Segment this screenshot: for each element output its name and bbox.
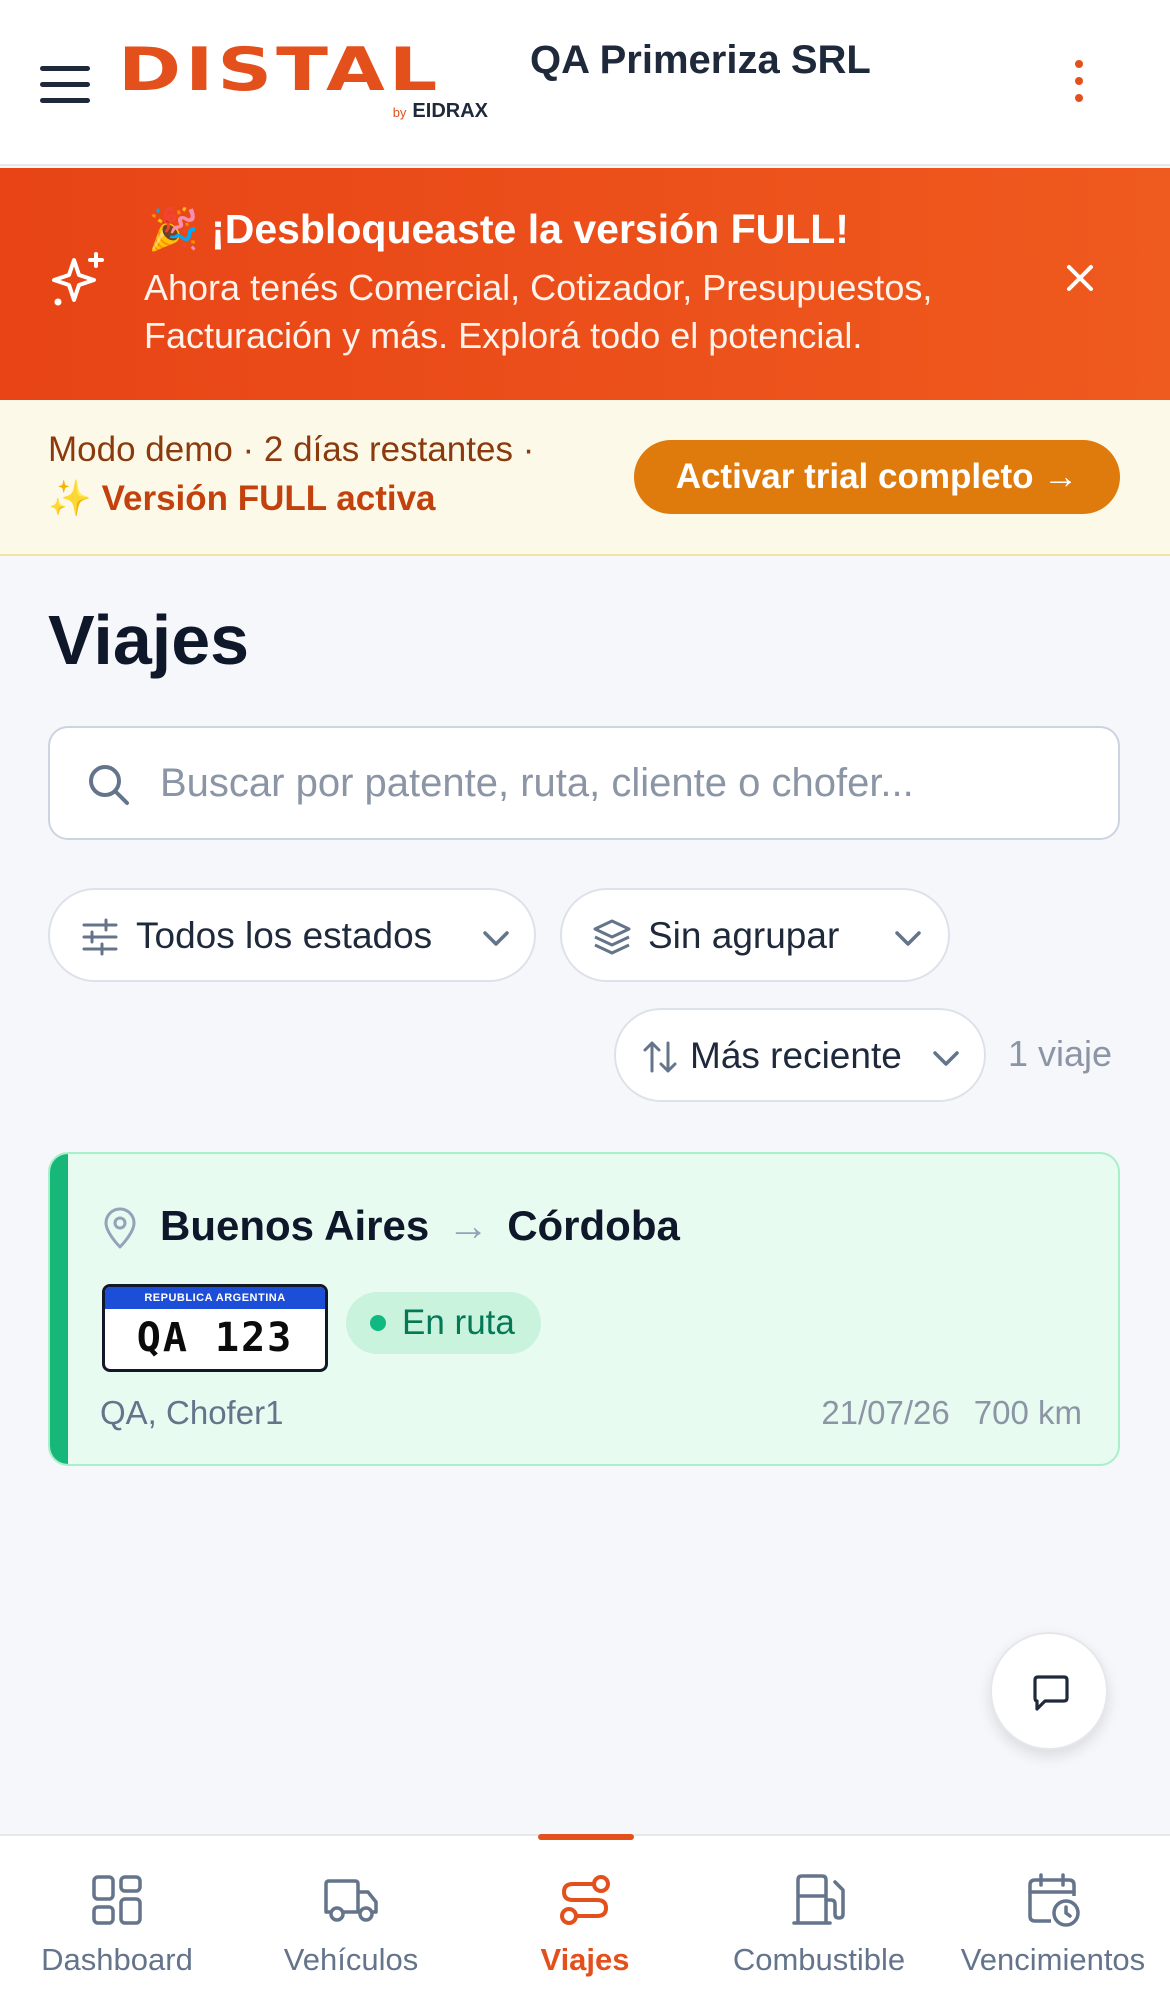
sparkle-icon: ✨ <box>48 479 92 518</box>
page-title: Viajes <box>48 601 250 679</box>
activate-trial-button[interactable]: Activar trial completo → <box>634 440 1120 514</box>
active-tab-indicator <box>538 1834 634 1840</box>
trip-origin: Buenos Aires <box>160 1202 430 1249</box>
trip-destination: Córdoba <box>507 1202 680 1249</box>
dashboard-icon <box>92 1875 142 1925</box>
layers-icon <box>593 919 631 955</box>
sparkles-icon <box>52 252 104 306</box>
bottom-navigation: Dashboard Vehículos Viajes Combustible V… <box>0 1834 1170 1992</box>
nav-label-viajes: Viajes <box>540 1942 630 1977</box>
nav-label-dashboard: Dashboard <box>41 1942 193 1977</box>
trip-driver: QA, Chofer1 <box>100 1394 284 1431</box>
chat-button[interactable] <box>990 1632 1108 1750</box>
plate-number: QA 123 AA <box>136 1315 294 1361</box>
trip-count: 1 viaje <box>1008 1033 1113 1074</box>
company-name: QA Primeriza SRL <box>530 38 871 82</box>
fuel-icon <box>792 1874 845 1925</box>
search-input[interactable] <box>160 728 1100 838</box>
sort-arrows-icon <box>643 1041 677 1073</box>
brand-wordmark: DISTAL <box>118 34 442 104</box>
trip-card[interactable]: Buenos Aires → Córdoba REPUBLICA ARGENTINA… <box>48 1152 1120 1466</box>
party-icon: 🎉 <box>148 206 200 252</box>
status-filter-dropdown[interactable]: Todos los estados <box>48 888 536 982</box>
truck-icon <box>324 1879 378 1922</box>
search-box[interactable] <box>48 726 1120 840</box>
location-pin-icon <box>104 1207 136 1249</box>
chevron-down-icon <box>895 931 921 946</box>
status-dot <box>370 1315 386 1331</box>
sort-dropdown[interactable]: Más reciente <box>614 1008 986 1102</box>
nav-item-combustible[interactable]: Combustible <box>702 1836 936 1992</box>
full-version-text: ✨ Versión FULL activa <box>48 479 436 518</box>
trip-date: 21/07/26 <box>821 1394 950 1431</box>
trip-meta: 21/07/26 700 km <box>821 1394 1082 1432</box>
status-badge: En ruta <box>346 1292 541 1354</box>
chat-icon <box>1033 1675 1069 1711</box>
nav-item-viajes[interactable]: Viajes <box>468 1834 702 1992</box>
nav-label-combustible: Combustible <box>732 1942 906 1977</box>
status-filter-label: Todos los estados <box>136 915 433 956</box>
nav-item-vehiculos[interactable]: Vehículos <box>234 1836 468 1992</box>
calendar-clock-icon <box>1028 1873 1080 1927</box>
brand-logo[interactable]: DISTAL by EIDRAX <box>118 40 498 130</box>
search-icon <box>89 765 129 805</box>
sliders-icon <box>82 918 118 956</box>
group-by-dropdown[interactable]: Sin agrupar <box>560 888 950 982</box>
brand-subtitle: by EIDRAX <box>392 100 488 122</box>
chevron-down-icon <box>483 931 509 946</box>
trip-route: Buenos Aires → Córdoba <box>160 1202 680 1250</box>
license-plate: REPUBLICA ARGENTINA QA 123 AA <box>102 1284 328 1372</box>
sort-label: Más reciente <box>690 1035 902 1076</box>
arrow-right-icon: → <box>447 1202 490 1249</box>
promo-title: 🎉 ¡Desbloqueaste la versión FULL! <box>148 206 849 252</box>
chevron-down-icon <box>933 1051 959 1066</box>
app-header: DISTAL by EIDRAX QA Primeriza SRL <box>0 0 1170 166</box>
more-options-icon[interactable] <box>1064 60 1094 110</box>
nav-item-dashboard[interactable]: Dashboard <box>0 1836 234 1992</box>
nav-item-vencimientos[interactable]: Vencimientos <box>936 1836 1170 1992</box>
nav-label-vencimientos: Vencimientos <box>960 1942 1146 1977</box>
route-icon <box>560 1875 610 1925</box>
demo-strip: Modo demo · 2 días restantes · ✨ Versión … <box>0 400 1170 556</box>
nav-label-vehiculos: Vehículos <box>283 1942 419 1977</box>
promo-banner: 🎉 ¡Desbloqueaste la versión FULL! Ahora t… <box>0 168 1170 400</box>
trip-distance: 700 km <box>973 1394 1082 1431</box>
demo-remaining-text: Modo demo · 2 días restantes · <box>48 430 535 469</box>
plate-header: REPUBLICA ARGENTINA <box>105 1287 325 1309</box>
close-icon[interactable] <box>1060 258 1100 298</box>
menu-icon[interactable] <box>40 66 90 106</box>
promo-text: Ahora tenés Comercial, Cotizador, Presup… <box>144 267 933 356</box>
status-accent-bar <box>50 1154 68 1464</box>
group-by-label: Sin agrupar <box>648 915 840 956</box>
